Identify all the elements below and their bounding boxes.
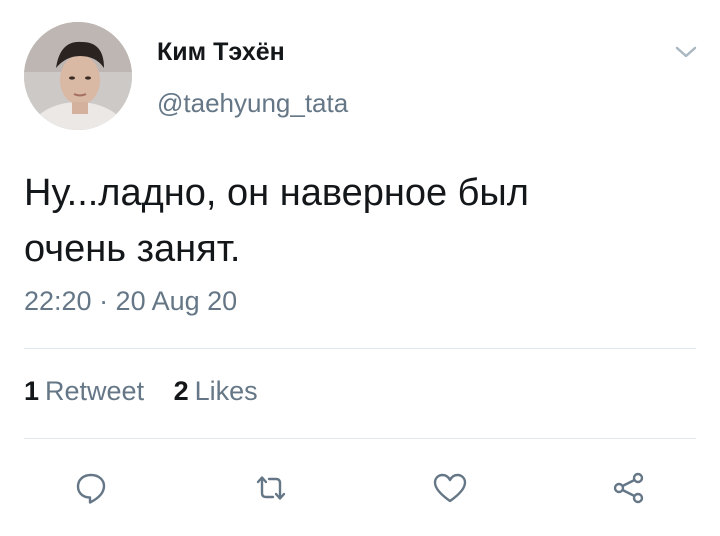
retweets-label: Retweet [45,376,145,406]
avatar-photo [24,22,132,130]
tweet-text: Ну...ладно, он наверное был очень занят. [24,165,684,277]
share-button[interactable] [607,466,651,510]
likes-stat[interactable]: 2 Likes [174,376,258,407]
retweet-button[interactable] [249,466,293,510]
tweet-timestamp[interactable]: 22:20 · 20 Aug 20 [24,286,237,317]
tweet-menu-button[interactable] [670,40,702,64]
author-display-name[interactable]: Ким Тэхён [157,38,285,67]
retweets-count: 1 [24,376,40,406]
chevron-down-icon [675,46,697,58]
tweet-stats: 1 Retweet 2 Likes [24,376,280,407]
tweet-text-line-2: очень занят. [24,228,241,270]
reply-icon [76,473,106,504]
like-button[interactable] [428,466,472,510]
tweet-text-line-1: Ну...ладно, он наверное был [24,172,529,214]
heart-icon [433,473,467,503]
retweets-stat[interactable]: 1 Retweet [24,376,144,407]
share-icon [613,472,644,504]
reply-button[interactable] [69,466,113,510]
retweet-icon [256,476,286,500]
likes-label: Likes [194,376,258,406]
divider-top [24,348,696,349]
divider-bottom [24,438,696,439]
avatar[interactable] [24,22,132,130]
likes-count: 2 [173,376,189,406]
author-handle[interactable]: @taehyung_tata [157,88,348,119]
